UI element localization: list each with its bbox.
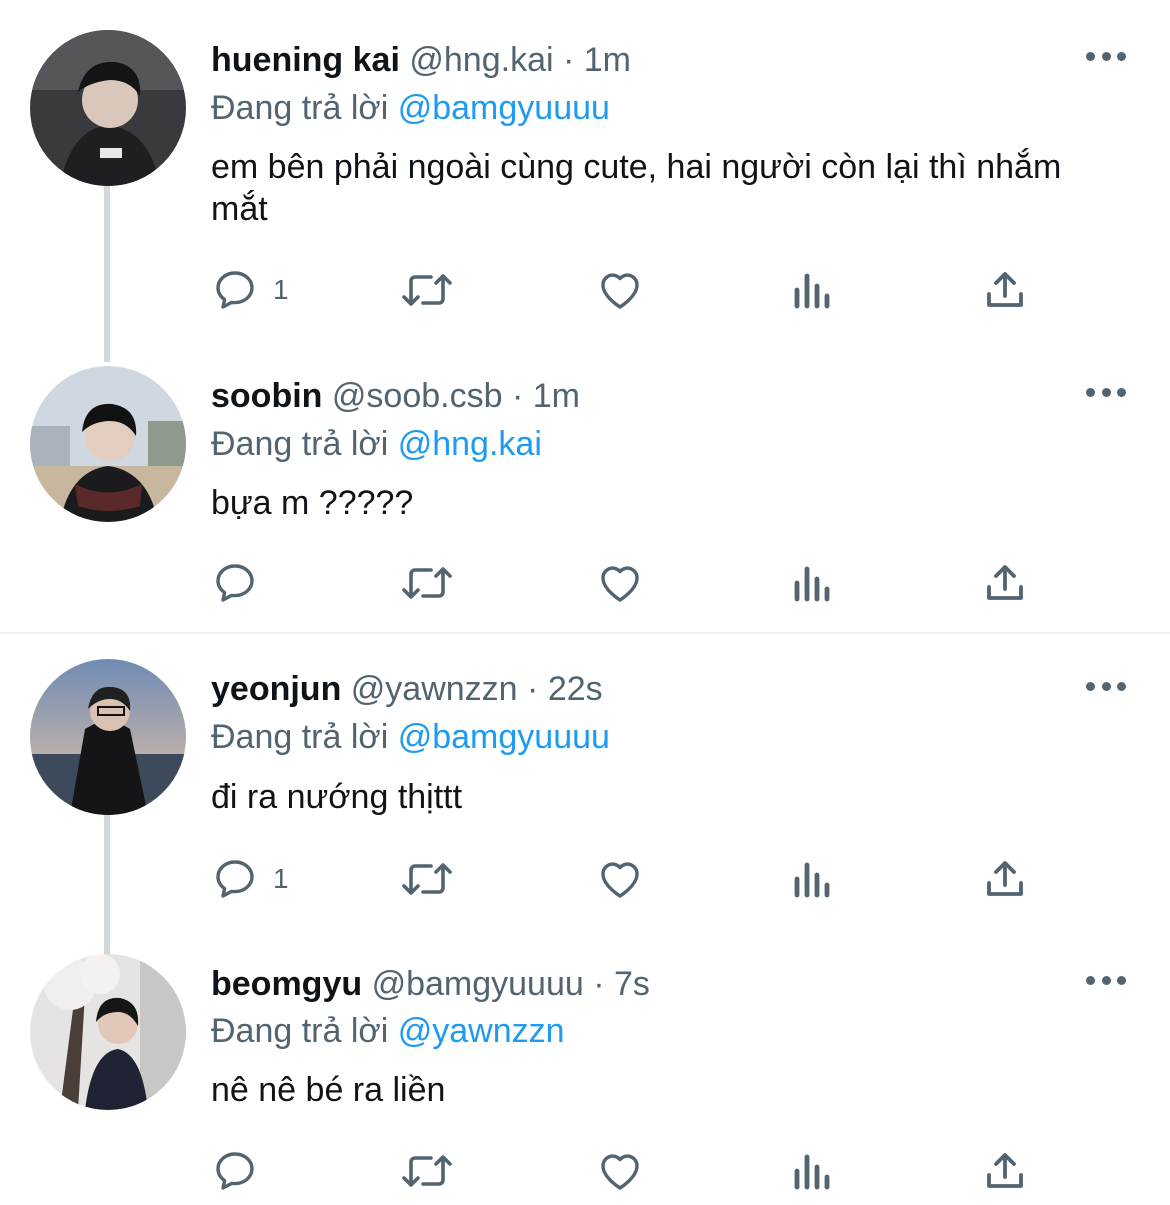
username[interactable]: @soob.csb — [332, 377, 503, 415]
reply-button[interactable]: 1 — [211, 854, 289, 904]
username[interactable]: @yawnzzn — [351, 670, 518, 708]
tweet[interactable]: huening kai @hng.kai · 1m Đang trả lời @… — [0, 0, 1170, 340]
replying-label: Đang trả lời — [211, 1012, 389, 1050]
reply-icon — [216, 564, 254, 602]
reply-mention[interactable]: @hng.kai — [398, 425, 542, 463]
tweet-actions — [211, 1146, 1071, 1196]
share-button[interactable] — [981, 558, 1029, 608]
share-icon — [987, 1153, 1023, 1188]
tweet-text: bựa m ????? — [211, 484, 414, 522]
tweet-header: huening kai @hng.kai · 1m — [211, 40, 631, 80]
views-button[interactable] — [791, 854, 835, 904]
like-icon — [601, 862, 639, 898]
like-button[interactable] — [596, 265, 644, 315]
tweet[interactable]: yeonjun @yawnzzn · 22s Đang trả lời @bam… — [0, 634, 1170, 934]
avatar[interactable] — [30, 30, 186, 186]
reply-mention[interactable]: @bamgyuuuu — [398, 89, 610, 127]
username[interactable]: @bamgyuuuu — [372, 965, 584, 1003]
display-name[interactable]: huening kai — [211, 41, 400, 79]
views-icon — [794, 862, 830, 898]
retweet-button[interactable] — [399, 854, 455, 904]
retweet-button[interactable] — [399, 265, 455, 315]
replying-to: Đang trả lời @bamgyuuuu — [211, 88, 610, 128]
views-icon — [794, 566, 830, 602]
separator: · — [511, 377, 524, 415]
reply-button[interactable]: 1 — [211, 265, 289, 315]
tweet[interactable]: beomgyu @bamgyuuuu · 7s Đang trả lời @ya… — [0, 934, 1170, 1205]
views-icon — [794, 1154, 830, 1190]
replying-label: Đang trả lời — [211, 89, 389, 127]
more-icon[interactable] — [1086, 50, 1126, 62]
replying-label: Đang trả lời — [211, 718, 389, 756]
tweet-actions — [211, 558, 1071, 608]
retweet-icon — [402, 567, 452, 599]
timestamp[interactable]: 1m — [584, 41, 631, 79]
retweet-button[interactable] — [399, 558, 455, 608]
reply-icon — [216, 271, 254, 309]
replying-to: Đang trả lời @yawnzzn — [211, 1011, 565, 1051]
more-icon[interactable] — [1086, 974, 1126, 986]
reply-count: 1 — [273, 274, 289, 305]
timestamp[interactable]: 7s — [614, 965, 650, 1003]
like-button[interactable] — [596, 854, 644, 904]
like-icon — [601, 566, 639, 602]
reply-mention[interactable]: @yawnzzn — [398, 1012, 565, 1050]
share-icon — [987, 565, 1023, 600]
separator: · — [562, 41, 575, 79]
share-button[interactable] — [981, 265, 1029, 315]
display-name[interactable]: yeonjun — [211, 670, 341, 708]
views-button[interactable] — [791, 558, 835, 608]
username[interactable]: @hng.kai — [409, 41, 553, 79]
more-icon[interactable] — [1086, 680, 1126, 692]
avatar[interactable] — [30, 659, 186, 815]
display-name[interactable]: soobin — [211, 377, 322, 415]
timestamp[interactable]: 22s — [548, 670, 603, 708]
avatar[interactable] — [30, 954, 186, 1110]
reply-mention[interactable]: @bamgyuuuu — [398, 718, 610, 756]
tweet-header: yeonjun @yawnzzn · 22s — [211, 669, 603, 709]
like-icon — [601, 273, 639, 309]
separator: · — [527, 670, 539, 708]
tweet-text: đi ra nướng thịttt — [211, 778, 463, 816]
tweet-actions: 1 — [211, 265, 1071, 315]
tweet-header: soobin @soob.csb · 1m — [211, 376, 580, 416]
views-button[interactable] — [791, 265, 835, 315]
like-icon — [601, 1154, 639, 1190]
share-icon — [987, 272, 1023, 307]
tweet-actions: 1 — [211, 854, 1071, 904]
share-button[interactable] — [981, 1146, 1029, 1196]
reply-count: 1 — [273, 863, 289, 894]
views-button[interactable] — [791, 1146, 835, 1196]
timestamp[interactable]: 1m — [533, 377, 580, 415]
more-icon[interactable] — [1086, 386, 1126, 398]
views-icon — [794, 273, 830, 309]
display-name[interactable]: beomgyu — [211, 965, 362, 1003]
retweet-icon — [402, 1155, 452, 1187]
like-button[interactable] — [596, 1146, 644, 1196]
reply-icon — [216, 1152, 254, 1190]
replying-label: Đang trả lời — [211, 425, 389, 463]
like-button[interactable] — [596, 558, 644, 608]
tweet[interactable]: soobin @soob.csb · 1m Đang trả lời @hng.… — [0, 340, 1170, 632]
reply-icon — [216, 860, 254, 898]
share-icon — [987, 861, 1023, 896]
separator: · — [593, 965, 605, 1003]
reply-button[interactable] — [211, 558, 273, 608]
retweet-icon — [402, 274, 452, 306]
tweet-text: em bên phải ngoài cùng cute, hai người c… — [211, 148, 1062, 228]
retweet-icon — [402, 863, 452, 895]
avatar[interactable] — [30, 366, 186, 522]
tweet-text: nê nê bé ra liền — [211, 1071, 446, 1109]
retweet-button[interactable] — [399, 1146, 455, 1196]
tweet-header: beomgyu @bamgyuuuu · 7s — [211, 964, 650, 1004]
reply-button[interactable] — [211, 1146, 273, 1196]
replying-to: Đang trả lời @hng.kai — [211, 424, 542, 464]
replying-to: Đang trả lời @bamgyuuuu — [211, 717, 610, 757]
share-button[interactable] — [981, 854, 1029, 904]
